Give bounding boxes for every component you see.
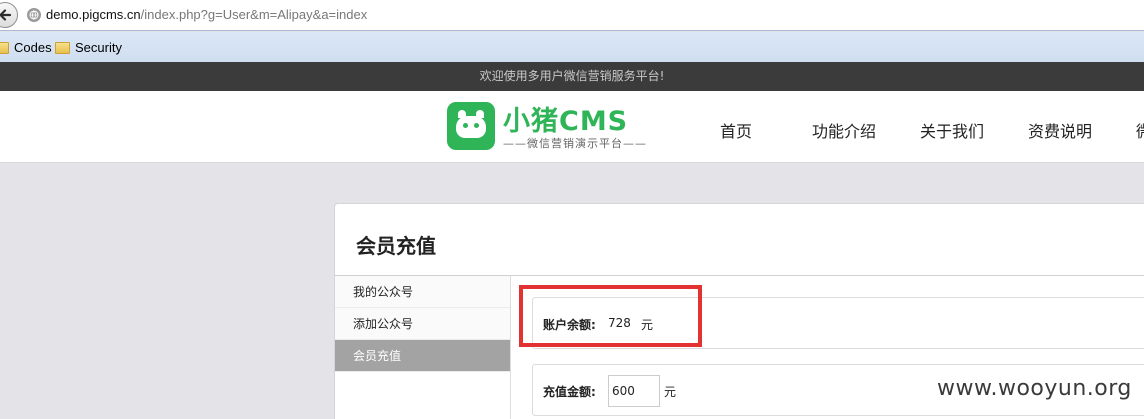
- globe-icon: [27, 8, 41, 22]
- pig-logo-icon[interactable]: [447, 102, 495, 150]
- nav-features[interactable]: 功能介绍: [812, 118, 876, 142]
- nav-pricing[interactable]: 资费说明: [1028, 118, 1092, 142]
- logo-name[interactable]: 小猪CMS: [503, 99, 628, 138]
- logo-subtitle: ——微信营销演示平台——: [503, 137, 647, 150]
- nav-home[interactable]: 首页: [720, 118, 752, 142]
- nav-about[interactable]: 关于我们: [920, 118, 984, 142]
- url-text[interactable]: demo.pigcms.cn/index.php?g=User&m=Alipay…: [46, 7, 367, 22]
- bookmark-codes[interactable]: Codes: [0, 40, 52, 55]
- back-button[interactable]: [0, 2, 18, 28]
- sidebar-item-recharge[interactable]: 会员充值: [335, 340, 510, 372]
- url-domain: demo.pigcms.cn: [46, 7, 141, 22]
- bookmark-label: Security: [75, 40, 122, 55]
- recharge-amount-input[interactable]: [608, 375, 660, 407]
- bookmark-security[interactable]: Security: [55, 40, 122, 55]
- recharge-label: 充值金额:: [543, 385, 596, 399]
- highlight-box: [519, 285, 702, 347]
- nav-more[interactable]: 微: [1136, 118, 1144, 142]
- folder-icon: [0, 41, 9, 54]
- sidebar-item-my-accounts[interactable]: 我的公众号: [335, 276, 510, 308]
- watermark: www.wooyun.org: [937, 376, 1132, 401]
- address-bar[interactable]: demo.pigcms.cn/index.php?g=User&m=Alipay…: [0, 0, 1144, 31]
- folder-icon: [55, 41, 70, 54]
- recharge-unit: 元: [664, 385, 677, 399]
- bookmarks-bar: Codes Security: [0, 32, 1144, 62]
- sidebar: 我的公众号 添加公众号 会员充值: [335, 276, 511, 419]
- page-title: 会员充值: [356, 234, 436, 258]
- site-header: 小猪CMS ——微信营销演示平台—— 首页 功能介绍 关于我们 资费说明 微: [0, 91, 1144, 163]
- url-path: /index.php?g=User&m=Alipay&a=index: [140, 7, 368, 22]
- sidebar-item-add-account[interactable]: 添加公众号: [335, 308, 510, 340]
- back-arrow-icon: [0, 9, 12, 21]
- bookmark-label: Codes: [14, 40, 52, 55]
- welcome-notice: 欢迎使用多用户微信营销服务平台!: [0, 62, 1144, 91]
